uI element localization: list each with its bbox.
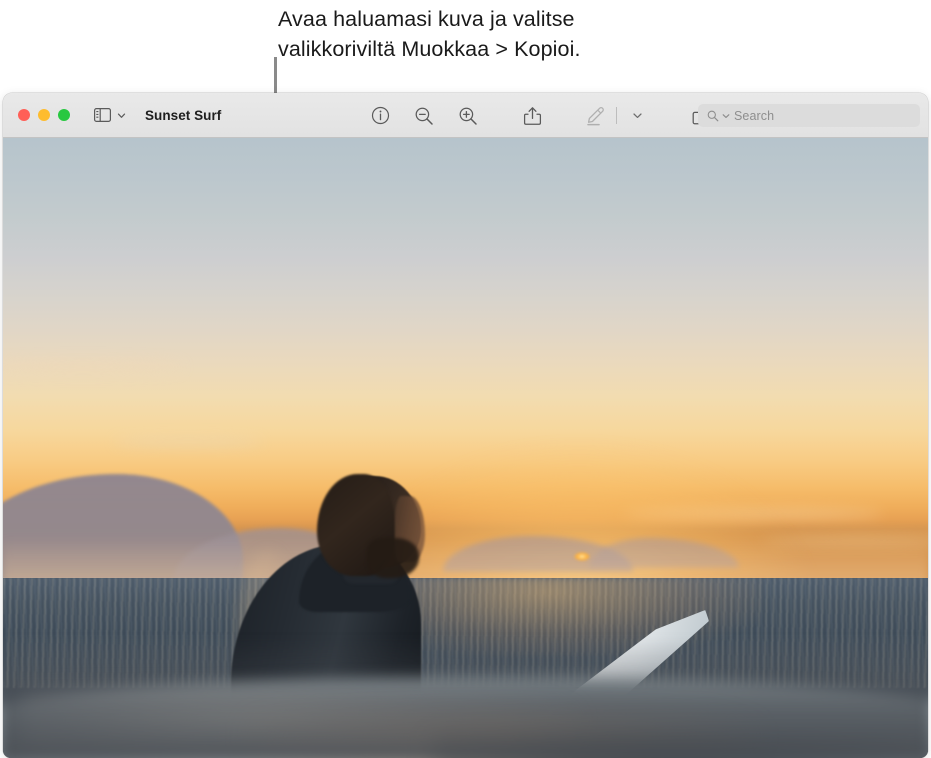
traffic-light-group [18,109,70,121]
surfer-beard [367,538,419,578]
foreground-shadow [3,638,928,758]
cloud-wisp [113,438,263,446]
info-circle-icon [371,106,389,125]
magnifier-minus-icon [415,107,433,125]
minimize-button[interactable] [38,109,50,121]
callout-text: Avaa haluamasi kuva ja valitse valikkori… [278,7,581,61]
markup-options-button[interactable] [620,102,654,130]
share-button[interactable] [515,102,549,130]
image-canvas[interactable] [3,138,928,758]
toolbar-divider [616,107,617,124]
zoom-in-button[interactable] [451,102,485,130]
zoom-button[interactable] [58,109,70,121]
zoom-out-button[interactable] [407,102,441,130]
search-magnifier-icon [707,110,719,121]
sidebar-icon [94,108,111,122]
pen-markup-icon [586,106,604,125]
screenshot-root: Avaa haluamasi kuva ja valitse valikkori… [0,0,931,758]
preview-window: Sunset Surf Search [3,93,928,758]
markup-button[interactable] [579,102,613,130]
close-button[interactable] [18,109,30,121]
magnifier-plus-icon [459,107,477,125]
chevron-down-icon [632,113,642,119]
search-field[interactable]: Search [698,104,920,127]
chevron-down-icon[interactable] [722,112,730,120]
window-toolbar: Sunset Surf Search [3,93,928,138]
window-title: Sunset Surf [145,107,222,123]
toolbar-actions: Search [363,93,928,138]
search-placeholder: Search [734,108,775,123]
info-button[interactable] [363,102,397,130]
sun [574,552,590,561]
sidebar-toggle-button[interactable] [94,108,126,122]
chevron-down-icon [117,112,126,118]
share-icon [523,106,541,125]
